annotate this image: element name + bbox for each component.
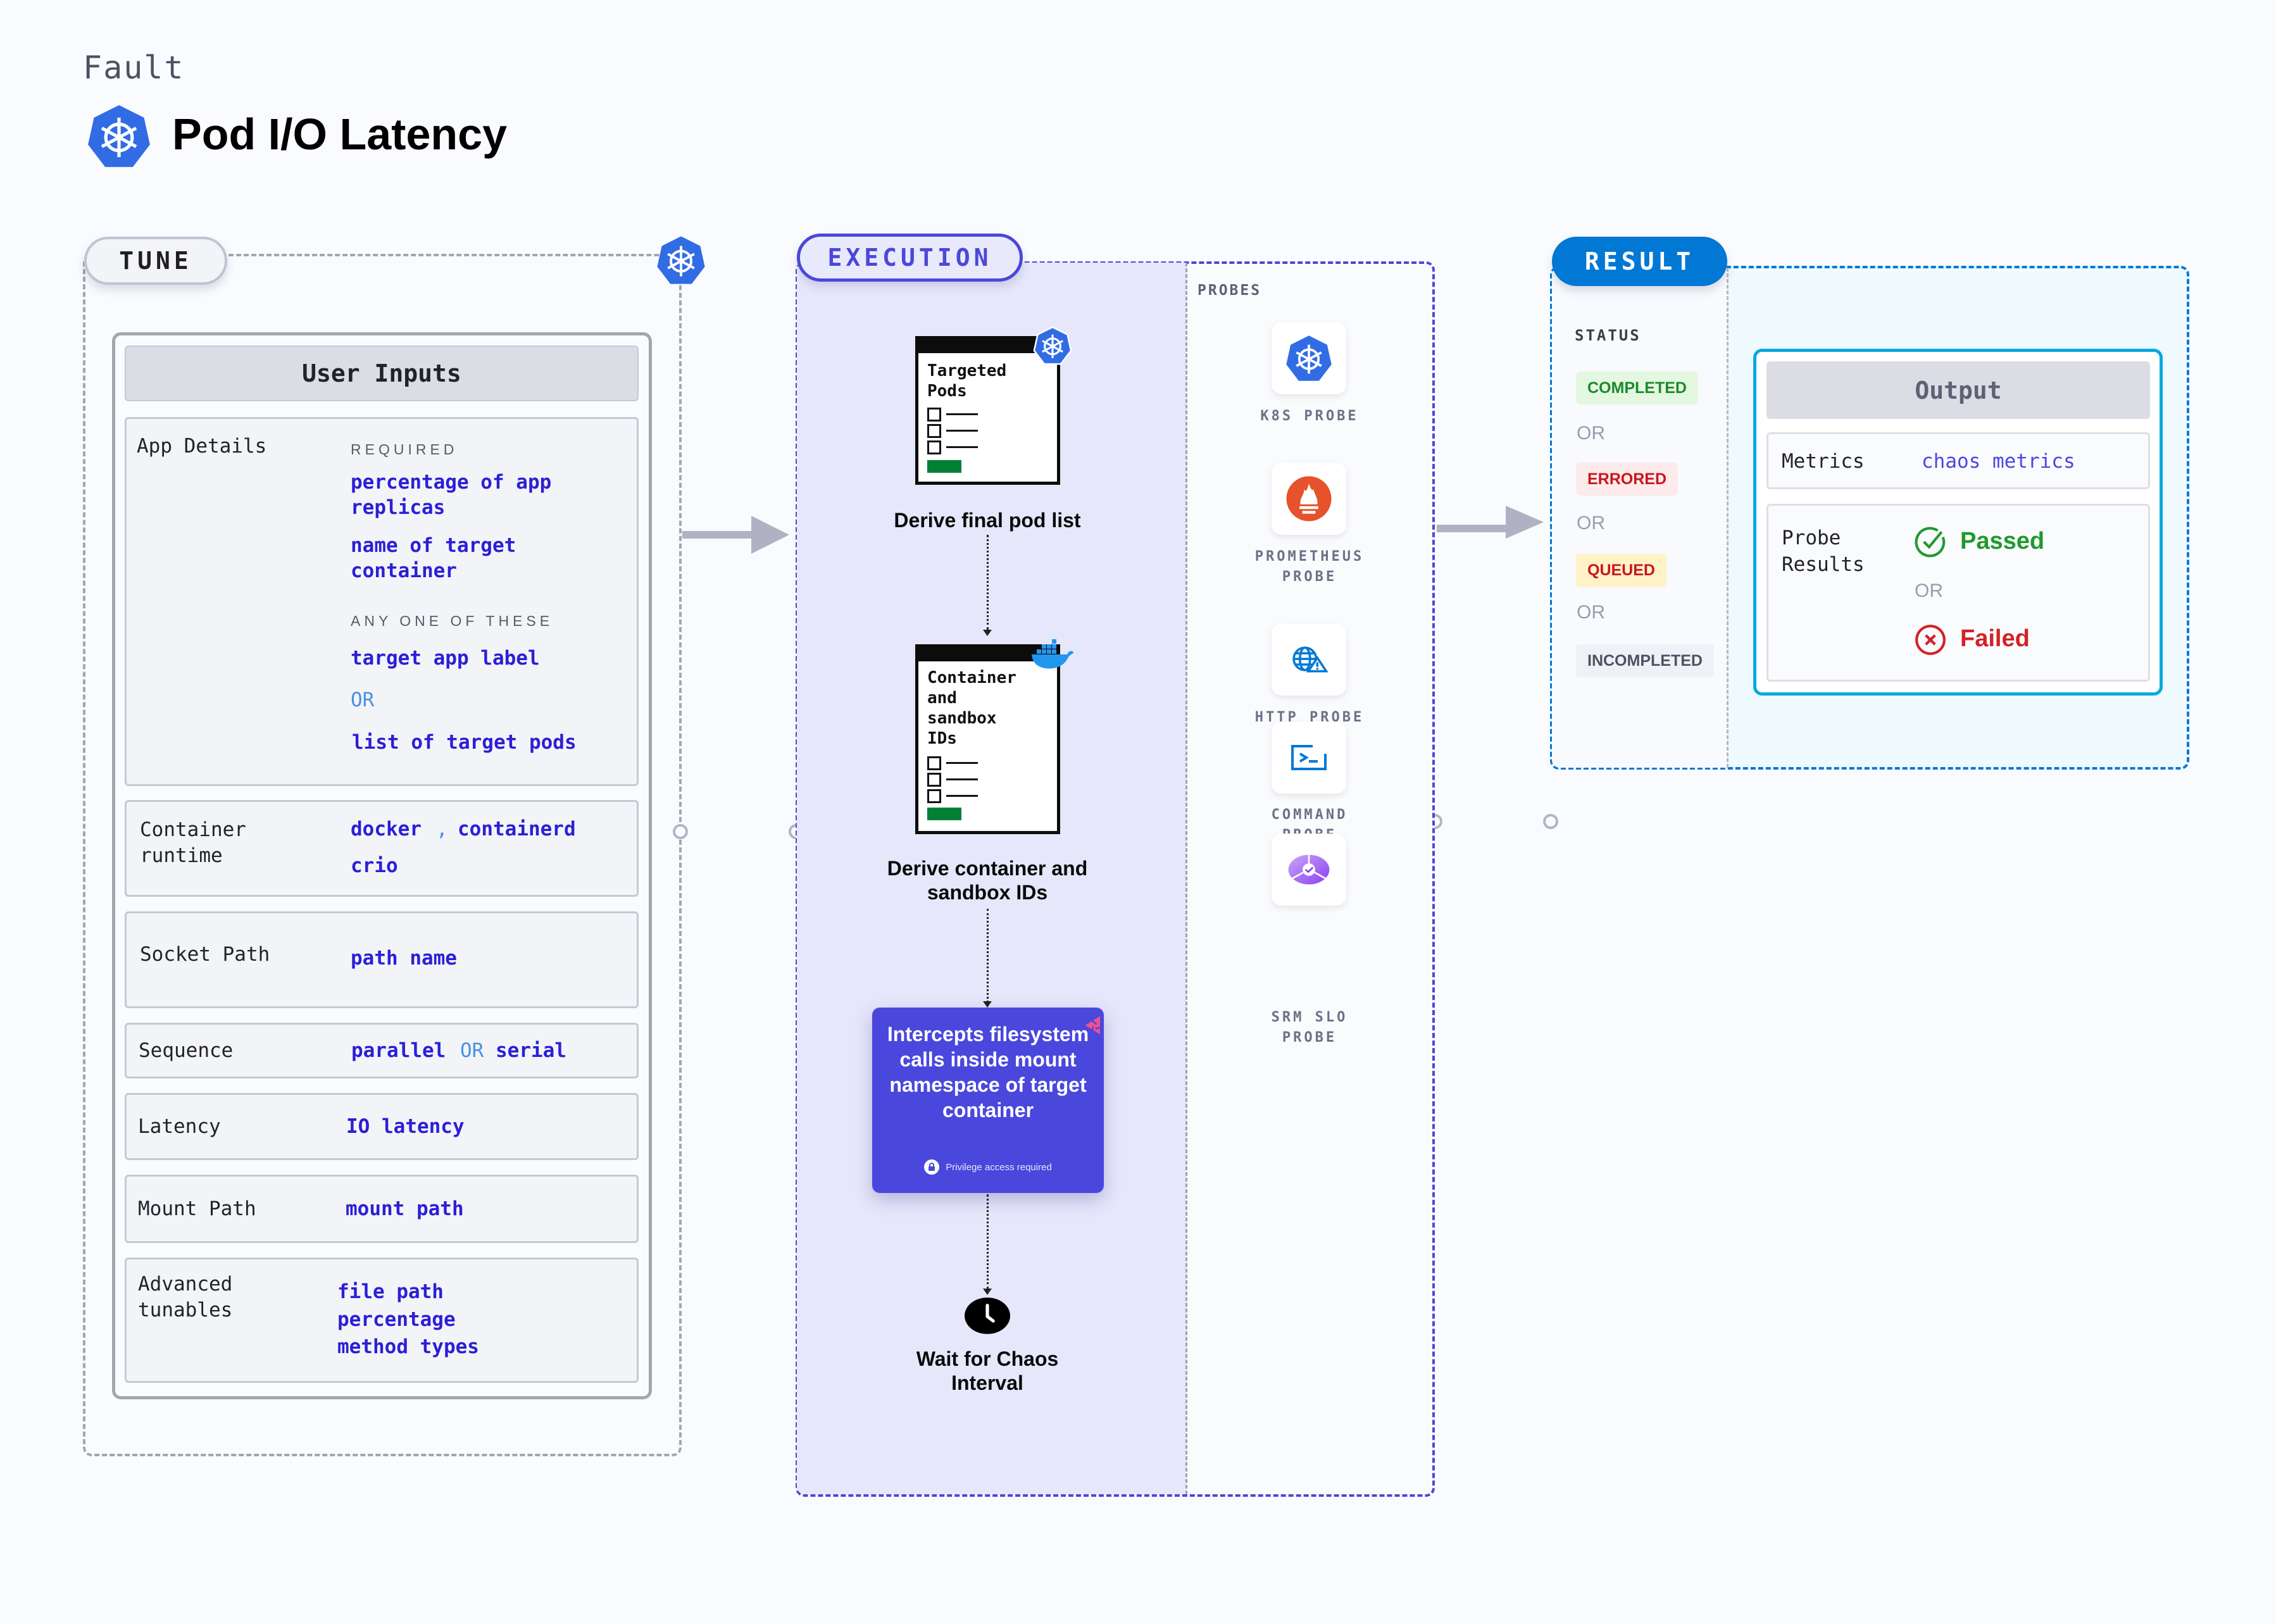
- slo-icon: [1288, 854, 1330, 885]
- result-pill: RESULT: [1552, 237, 1727, 286]
- flow-arrowhead: [983, 1001, 992, 1008]
- kubernetes-icon: [657, 236, 705, 284]
- probe-prometheus[interactable]: [1272, 463, 1346, 535]
- runtime-separator: ,: [436, 818, 448, 840]
- probe-k8s[interactable]: [1272, 322, 1346, 394]
- status-badge-errored: ERRORED: [1576, 463, 1679, 496]
- input-percentage-replicas[interactable]: percentage of app replicas: [351, 470, 591, 520]
- page-kicker: Fault: [83, 49, 185, 86]
- execution-pill: EXECUTION: [797, 234, 1023, 282]
- probe-results-label: Probe Results: [1782, 527, 1865, 576]
- probe-label: PROMETHEUS PROBE: [1254, 549, 1365, 585]
- runtime-crio[interactable]: crio: [351, 853, 398, 878]
- row-label: Socket Path: [140, 943, 270, 966]
- prometheus-icon: [1286, 476, 1332, 522]
- probe-command[interactable]: [1272, 721, 1346, 794]
- execution-divider: [1185, 263, 1187, 1494]
- status-badge-queued: QUEUED: [1576, 554, 1666, 587]
- step-derive-pod-list: Derive final pod list: [894, 509, 1081, 532]
- clock-icon: [965, 1297, 1010, 1334]
- probes-title: PROBES: [1197, 282, 1262, 299]
- step-derive-container-ids: Derive container and sandbox IDs: [887, 857, 1088, 904]
- kubernetes-icon: [1033, 326, 1072, 365]
- arrow-tune-to-execution: [682, 531, 753, 539]
- container-ids-card: Container and sandbox IDs: [915, 644, 1060, 834]
- connector-dot: [1543, 814, 1558, 829]
- privilege-note: Privilege access required: [872, 1159, 1104, 1175]
- row-label: Mount Path: [138, 1197, 256, 1220]
- or-separator: OR: [351, 689, 375, 711]
- input-io-latency[interactable]: IO latency: [346, 1114, 465, 1139]
- chaos-icon: [1085, 1016, 1101, 1035]
- chaos-injection-text: Intercepts filesystem calls inside mount…: [887, 1023, 1089, 1121]
- step-wait-chaos-interval: Wait for Chaos Interval: [916, 1347, 1059, 1394]
- or-separator: OR: [1915, 580, 1943, 601]
- input-target-container[interactable]: name of target container: [351, 533, 541, 584]
- input-mount-path[interactable]: mount path: [346, 1196, 464, 1221]
- sequence-or: OR: [460, 1039, 484, 1062]
- runtime-docker[interactable]: docker: [351, 816, 422, 842]
- http-globe-icon: [1292, 646, 1329, 673]
- arrow-head: [751, 516, 789, 554]
- flow-arrowhead: [983, 630, 992, 636]
- row-label: Latency: [138, 1115, 221, 1138]
- tune-pill: TUNE: [84, 237, 227, 285]
- arrow-head: [1506, 506, 1544, 539]
- sequence-parallel[interactable]: parallel: [351, 1038, 446, 1063]
- any-one-caption: ANY ONE OF THESE: [351, 613, 554, 629]
- connector-dot: [673, 824, 688, 839]
- metrics-label: Metrics: [1782, 450, 1865, 473]
- probe-label: K8S PROBE: [1260, 408, 1359, 424]
- input-file-path[interactable]: file path: [337, 1279, 444, 1304]
- probe-failed: Failed: [1960, 625, 2030, 652]
- or-separator: OR: [1577, 513, 1605, 534]
- card-title: Container and sandbox IDs: [927, 668, 1016, 748]
- row-label: App Details: [137, 435, 267, 458]
- or-separator: OR: [1577, 423, 1605, 444]
- status-badge-incompleted: INCOMPLETED: [1576, 644, 1714, 677]
- flow-connector: [987, 1194, 989, 1289]
- flow-connector: [987, 535, 989, 630]
- user-inputs-title: User Inputs: [125, 346, 639, 401]
- flow-arrowhead: [983, 1289, 992, 1295]
- or-separator: OR: [1577, 602, 1605, 623]
- terminal-icon: [1291, 745, 1327, 770]
- lock-icon: [924, 1159, 940, 1175]
- runtime-containerd[interactable]: containerd: [458, 816, 576, 842]
- flow-connector: [987, 909, 989, 1003]
- input-target-app-label[interactable]: target app label: [351, 646, 540, 671]
- sequence-serial[interactable]: serial: [496, 1038, 566, 1063]
- input-percentage[interactable]: percentage: [337, 1307, 456, 1332]
- card-title: Targeted Pods: [927, 361, 1007, 401]
- page-title: Pod I/O Latency: [172, 109, 507, 159]
- probe-label: SRM SLO PROBE: [1271, 1009, 1348, 1046]
- row-label: Advanced tunables: [138, 1273, 233, 1321]
- docker-icon: [1032, 639, 1073, 669]
- output-title: Output: [1766, 361, 2150, 419]
- status-badge-completed: COMPLETED: [1576, 372, 1698, 404]
- input-method-types[interactable]: method types: [337, 1334, 479, 1359]
- input-target-pods[interactable]: list of target pods: [352, 730, 577, 755]
- probe-passed: Passed: [1960, 528, 2045, 554]
- check-circle-icon: [1915, 527, 1946, 558]
- probe-srm-slo[interactable]: [1272, 834, 1346, 906]
- kubernetes-icon: [1286, 335, 1332, 381]
- row-label: Sequence: [139, 1039, 234, 1062]
- arrow-execution-to-result: [1437, 525, 1508, 532]
- x-circle-icon: [1915, 625, 1946, 655]
- probe-http[interactable]: [1272, 623, 1346, 696]
- privilege-text: Privilege access required: [946, 1161, 1052, 1173]
- input-path-name[interactable]: path name: [351, 946, 457, 971]
- required-caption: REQUIRED: [351, 441, 458, 458]
- status-title: STATUS: [1575, 327, 1641, 344]
- row-label: Container runtime: [140, 818, 246, 867]
- result-divider: [1727, 268, 1729, 768]
- kubernetes-icon: [88, 105, 150, 167]
- metrics-value[interactable]: chaos metrics: [1922, 448, 2075, 475]
